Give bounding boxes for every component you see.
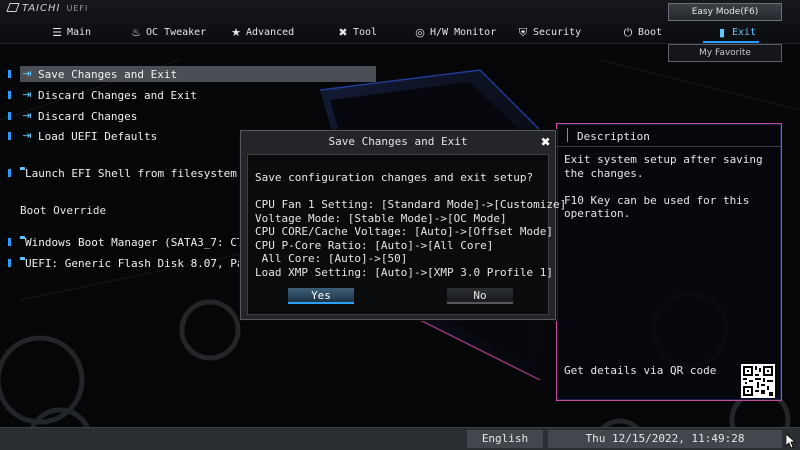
tab-main[interactable]: ☰ Main (51, 24, 91, 40)
brand-sub: UEFI (66, 4, 89, 13)
changed-settings-list: CPU Fan 1 Setting: [Standard Mode]->[Cus… (255, 198, 567, 279)
item-marker (8, 70, 11, 78)
item-marker (8, 91, 11, 99)
menu-item-discard-changes-and-exit[interactable]: ⇥ Discard Changes and Exit (20, 87, 197, 103)
close-icon[interactable]: ✖ (539, 136, 552, 149)
exit-arrow-icon: ⇥ (22, 67, 32, 80)
exit-arrow-icon: ⇥ (22, 88, 32, 101)
qr-code-icon (741, 364, 775, 398)
tab-security[interactable]: ⛨ Security (517, 24, 581, 40)
tab-hw-monitor[interactable]: ◎ H/W Monitor (414, 24, 496, 40)
flame-icon: ♨ (131, 25, 141, 39)
star-icon: ★ (231, 25, 241, 39)
item-marker (8, 132, 11, 140)
active-tab-indicator (703, 41, 759, 43)
item-marker (8, 169, 11, 177)
language-selector[interactable]: English (467, 430, 543, 448)
item-marker (8, 112, 11, 120)
dialog-title: Save Changes and Exit (328, 135, 468, 148)
brand-name: TAICHI (22, 3, 61, 14)
list-icon: ☰ (52, 25, 62, 39)
description-text: Exit system setup after saving the chang… (564, 153, 763, 220)
door-exit-icon: ▮ (718, 25, 726, 39)
tab-advanced[interactable]: ★ Advanced (230, 24, 294, 40)
dialog-body: Save configuration changes and exit setu… (247, 154, 566, 315)
date-time-display: Thu 12/15/2022, 11:49:28 (548, 430, 782, 448)
boot-item-windows-boot-manager[interactable]: Windows Boot Manager (SATA3_7: CT1000B (20, 234, 240, 250)
qr-label: Get details via QR code (564, 364, 717, 377)
boot-override-heading: Boot Override (20, 204, 107, 217)
monitor-icon: ◎ (415, 25, 425, 39)
my-favorite-button[interactable]: My Favorite (668, 44, 782, 62)
shield-icon: ⛨ (518, 25, 528, 39)
easy-mode-button[interactable]: Easy Mode(F6) (668, 3, 782, 21)
wrench-icon: ✖ (338, 25, 348, 39)
menu-item-discard-changes[interactable]: ⇥ Discard Changes (20, 108, 137, 124)
item-marker (8, 259, 11, 267)
taichi-logo-icon (6, 3, 20, 12)
divider (557, 146, 781, 147)
tab-tool[interactable]: ✖ Tool (337, 24, 377, 40)
status-bar: English Thu 12/15/2022, 11:49:28 (0, 427, 800, 450)
tab-boot[interactable]: ⏻ Boot (622, 24, 662, 40)
yes-button[interactable]: Yes (288, 288, 354, 304)
power-icon: ⏻ (623, 25, 633, 39)
menu-item-launch-efi-shell[interactable]: Launch EFI Shell from filesystem device (20, 165, 240, 181)
exit-arrow-icon: ⇥ (22, 129, 32, 142)
description-title: Description (577, 130, 650, 143)
menu-item-load-uefi-defaults[interactable]: ⇥ Load UEFI Defaults (20, 128, 157, 144)
exit-arrow-icon: ⇥ (22, 109, 32, 122)
save-changes-dialog: Save Changes and Exit ✖ Save configurati… (240, 130, 566, 320)
tab-exit[interactable]: ▮ Exit (716, 24, 756, 40)
menu-item-save-changes-and-exit[interactable]: ⇥ Save Changes and Exit (20, 66, 376, 82)
title-marker (567, 128, 568, 142)
brand-logo: TAICHI UEFI (6, 3, 89, 14)
mouse-pointer-icon (786, 434, 796, 448)
description-panel: Description Exit system setup after savi… (556, 123, 782, 401)
dialog-question: Save configuration changes and exit setu… (255, 171, 534, 184)
tab-oc-tweaker[interactable]: ♨ OC Tweaker (130, 24, 206, 40)
boot-item-uefi-flash-disk[interactable]: UEFI: Generic Flash Disk 8.07, Partition (20, 255, 240, 271)
no-button[interactable]: No (447, 288, 513, 304)
item-marker (8, 238, 11, 246)
